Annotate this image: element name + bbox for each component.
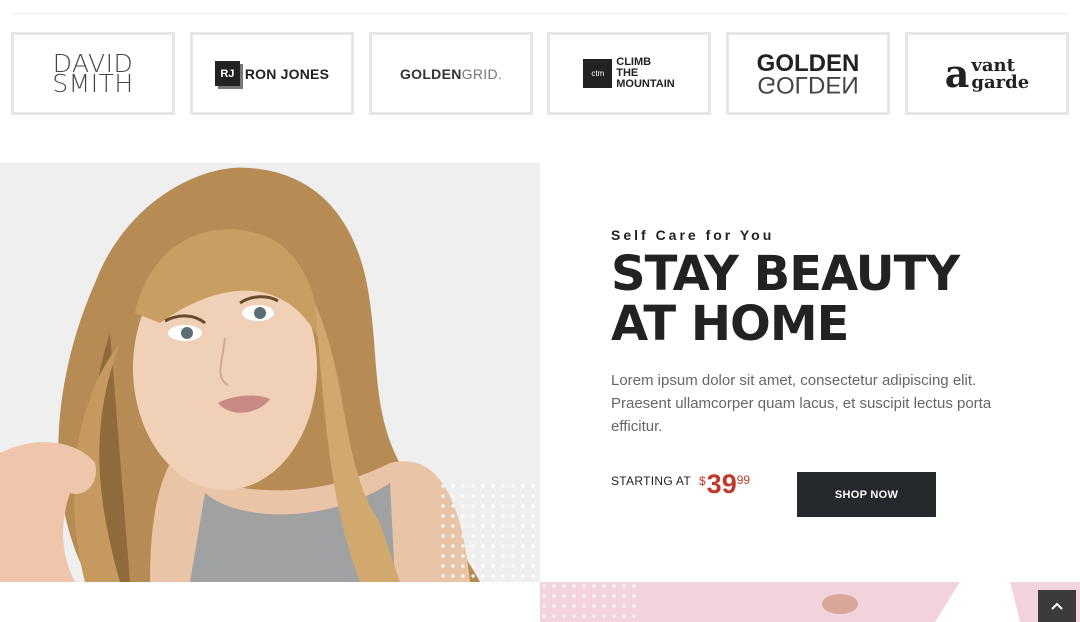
ctm-badge: ctm (583, 59, 613, 88)
price-amount: 39 (706, 469, 737, 499)
pink-banner-preview (540, 582, 1080, 622)
david-smith-logo: DAVID SMITH (52, 51, 134, 98)
promo-description: Lorem ipsum dolor sit amet, consectetur … (611, 372, 992, 435)
scroll-to-top-button[interactable] (1038, 590, 1076, 622)
headline-line: STAY BEAUTY (611, 246, 960, 302)
price-cents: 99 (736, 473, 751, 487)
brand-text: RON JONES (244, 65, 330, 82)
promo-eyebrow: Self Care for You (611, 227, 775, 243)
brand-logo-avant-garde[interactable]: a vant garde (905, 32, 1069, 115)
brand-logos-row: DAVID SMITH RJ RON JONES GOLDENGRID. ctm… (11, 32, 1069, 116)
promo-content: Self Care for You STAY BEAUTY AT HOME Lo… (611, 227, 1051, 438)
brand-text-mirrored: GOLDEN (757, 70, 859, 98)
ron-jones-logo: RJ RON JONES (214, 61, 330, 86)
climb-the-mountain-logo: ctm CLIMB THE MOUNTAIN (583, 57, 675, 90)
hero-woman-photo (0, 163, 540, 582)
price-currency: $ (698, 474, 706, 488)
shop-now-button[interactable]: SHOP NOW (797, 472, 936, 517)
brand-text: garde (971, 71, 1030, 93)
brand-text: MOUNTAIN (616, 78, 675, 90)
rj-badge: RJ (214, 61, 240, 86)
golden-logo: GOLDEN GOLDEN (757, 51, 860, 98)
brand-text: GOLDEN (399, 65, 462, 82)
brand-logo-david-smith[interactable]: DAVID SMITH (11, 32, 175, 115)
goldengrid-logo: GOLDENGRID. (400, 66, 502, 82)
promo-headline: STAY BEAUTY AT HOME (611, 249, 1051, 349)
avant-garde-logo: a vant garde (944, 50, 1030, 96)
brand-initial: a (944, 50, 970, 96)
brand-logo-climb-the-mountain[interactable]: ctm CLIMB THE MOUNTAIN (547, 32, 711, 115)
brand-logo-goldengrid[interactable]: GOLDENGRID. (369, 32, 533, 115)
top-divider (12, 13, 1068, 14)
headline-line: AT HOME (611, 296, 849, 352)
brand-text: GRID. (461, 65, 503, 82)
starting-at-label: STARTING AT (611, 474, 691, 488)
chevron-up-icon (1051, 602, 1063, 610)
price-display: STARTING AT $ 39 99 (611, 470, 750, 498)
brand-text: SMITH (52, 68, 134, 98)
brand-logo-ron-jones[interactable]: RJ RON JONES (190, 32, 354, 115)
brand-logo-golden[interactable]: GOLDEN GOLDEN (726, 32, 890, 115)
brand-text: vant (971, 54, 1015, 76)
